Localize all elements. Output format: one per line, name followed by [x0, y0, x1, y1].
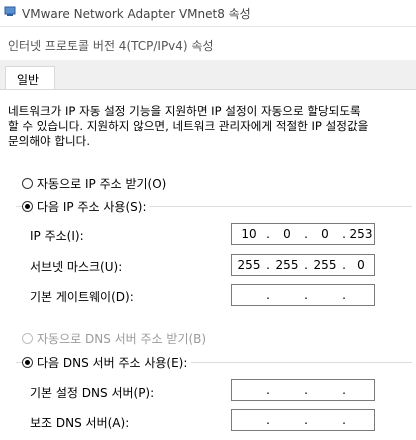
ip-auto-radio[interactable]: 자동으로 IP 주소 받기(O) [22, 175, 166, 191]
ip-octet-1[interactable]: 10 [234, 227, 264, 241]
description-line-1: 네트워크가 IP 자동 설정 기능을 지원하면 IP 설정이 자동으로 할당되도… [8, 104, 361, 118]
subnet-octet-3[interactable]: 255 [310, 258, 340, 272]
description-line-2: 할 수 있습니다. 지원하지 않으면, 네트워크 관리자에게 적절한 IP 설정… [8, 119, 369, 133]
ip-octet-3[interactable]: 0 [310, 227, 340, 241]
gateway-dot: . [266, 288, 270, 302]
dns-auto-radio-label: 자동으로 DNS 서버 주소 받기(B) [37, 331, 207, 346]
ip-octet-2[interactable]: 0 [272, 227, 302, 241]
subnet-octet-2[interactable]: 255 [272, 258, 302, 272]
default-gateway-input[interactable]: . . . [231, 284, 375, 306]
subnet-mask-label: 서브넷 마스크(U): [30, 260, 123, 274]
adns-dot: . [266, 413, 270, 427]
ip-dot: . [304, 227, 308, 241]
outer-window-title: VMware Network Adapter VMnet8 속성 [22, 7, 251, 21]
dialog-title: 인터넷 프로토콜 버전 4(TCP/IPv4) 속성 [8, 39, 214, 53]
ip-manual-radio-circle[interactable] [22, 200, 33, 212]
dns-auto-radio-circle [22, 332, 33, 344]
adns-dot: . [342, 413, 346, 427]
default-gateway-label: 기본 게이트웨이(D): [30, 290, 134, 304]
dns-auto-radio: 자동으로 DNS 서버 주소 받기(B) [22, 330, 206, 346]
ip-manual-radio-label: 다음 IP 주소 사용(S): [37, 199, 147, 214]
description-line-3: 문의해야 합니다. [8, 134, 91, 148]
subnet-mask-input[interactable]: 255 . 255 . 255 . 0 [231, 254, 375, 276]
pdns-dot: . [304, 383, 308, 397]
pdns-dot: . [266, 383, 270, 397]
alternate-dns-label: 보조 DNS 서버(A): [30, 416, 130, 430]
subnet-dot: . [266, 258, 270, 272]
outer-window-titlebar: VMware Network Adapter VMnet8 속성 [0, 0, 416, 26]
tab-strip: 일반 [0, 60, 416, 91]
ip-manual-radio[interactable]: 다음 IP 주소 사용(S): [22, 198, 151, 214]
description-text: 네트워크가 IP 자동 설정 기능을 지원하면 IP 설정이 자동으로 할당되도… [8, 104, 416, 149]
ip-address-input[interactable]: 10 . 0 . 0 . 253 [231, 223, 375, 245]
ip-auto-radio-circle[interactable] [22, 177, 33, 189]
subnet-dot: . [304, 258, 308, 272]
pdns-dot: . [342, 383, 346, 397]
dns-manual-radio-circle[interactable] [22, 356, 33, 368]
dns-manual-radio-label: 다음 DNS 서버 주소 사용(E): [37, 355, 188, 370]
alternate-dns-input[interactable]: . . . [231, 409, 375, 431]
ip-dot: . [266, 227, 270, 241]
adns-dot: . [304, 413, 308, 427]
preferred-dns-input[interactable]: . . . [231, 379, 375, 401]
dns-manual-radio[interactable]: 다음 DNS 서버 주소 사용(E): [22, 354, 192, 370]
tab-general-label: 일반 [17, 73, 40, 87]
subnet-octet-4[interactable]: 0 [346, 258, 376, 272]
ip-octet-4[interactable]: 253 [346, 227, 376, 241]
gateway-dot: . [342, 288, 346, 302]
preferred-dns-label: 기본 설정 DNS 서버(P): [30, 386, 155, 400]
ip-auto-radio-label: 자동으로 IP 주소 받기(O) [37, 176, 167, 191]
subnet-octet-1[interactable]: 255 [234, 258, 264, 272]
tab-general[interactable]: 일반 [5, 66, 55, 91]
ip-address-label: IP 주소(I): [30, 229, 84, 243]
network-adapter-icon [4, 6, 16, 16]
dialog-titlebar: 인터넷 프로토콜 버전 4(TCP/IPv4) 속성 [0, 27, 416, 59]
gateway-dot: . [304, 288, 308, 302]
